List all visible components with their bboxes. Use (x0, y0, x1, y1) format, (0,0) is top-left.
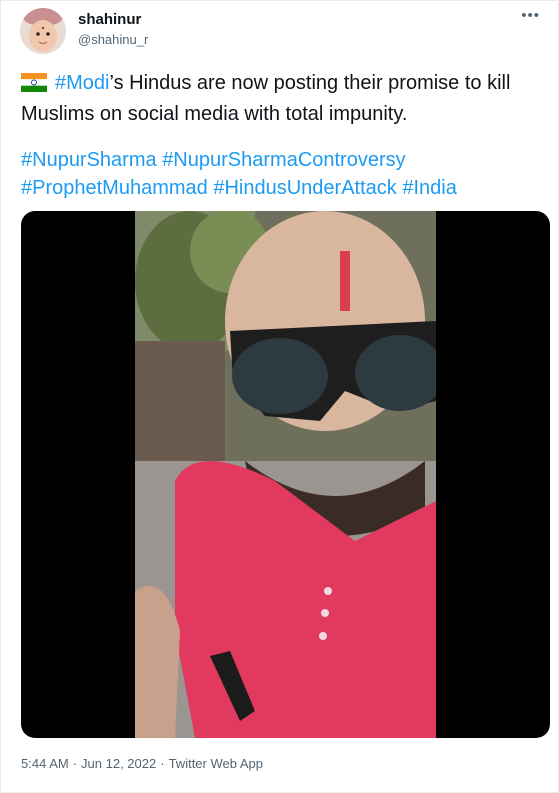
hashtag-link[interactable]: #ProphetMuhammad (21, 177, 208, 199)
tweet-text: #Modi’s Hindus are now posting their pro… (21, 69, 541, 202)
hashtag-link[interactable]: #NupurSharma (21, 149, 157, 171)
hashtag-modi[interactable]: #Modi (55, 72, 109, 94)
tweet-time[interactable]: 5:44 AM (21, 756, 69, 771)
tweet-source[interactable]: Twitter Web App (169, 756, 263, 771)
tweet-hashtags: #NupurSharma #NupurSharmaControversy #Pr… (21, 146, 541, 202)
tweet-date[interactable]: Jun 12, 2022 (81, 756, 156, 771)
hashtag-link[interactable]: #HindusUnderAttack (213, 177, 396, 199)
user-handle[interactable]: @shahinu_r (78, 32, 148, 47)
tweet-card: shahinur @shahinu_r ••• #Modi’s Hindus a… (0, 0, 559, 793)
meta-separator: · (72, 756, 78, 771)
more-horizontal-icon[interactable]: ••• (521, 7, 540, 24)
avatar[interactable] (20, 8, 66, 54)
video-player[interactable] (21, 211, 550, 738)
avatar-image (20, 8, 66, 54)
hashtag-link[interactable]: #NupurSharmaControversy (162, 149, 405, 171)
tweet-metadata: 5:44 AM · Jun 12, 2022 · Twitter Web App (21, 756, 263, 771)
video-frame (135, 211, 436, 738)
india-flag-emoji-icon (21, 72, 47, 100)
meta-separator: · (160, 756, 165, 771)
hashtag-link[interactable]: #India (402, 177, 457, 199)
display-name[interactable]: shahinur (78, 11, 141, 28)
tweet-paragraph: #Modi’s Hindus are now posting their pro… (21, 69, 541, 128)
